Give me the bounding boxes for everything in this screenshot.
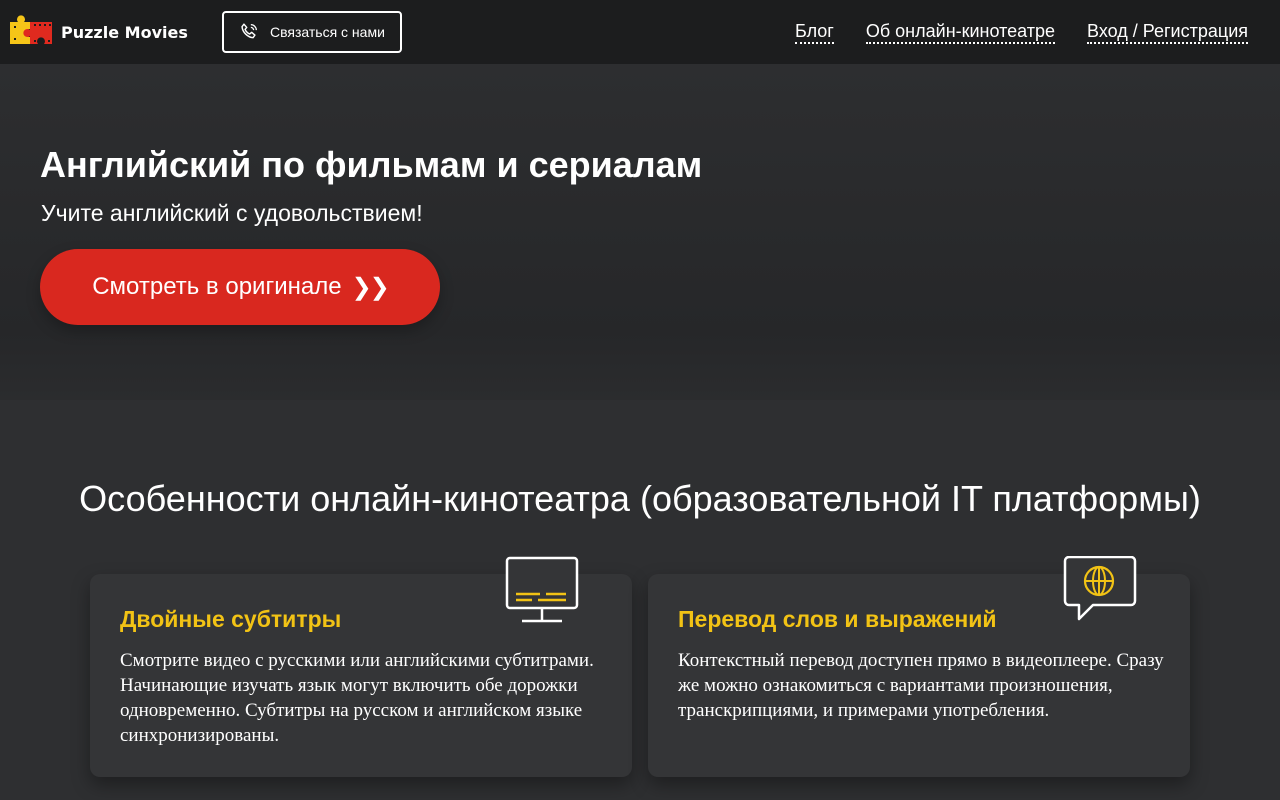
double-chevron-right-icon: ❯❯ bbox=[351, 273, 390, 301]
hero-title: Английский по фильмам и сериалам bbox=[40, 144, 703, 185]
watch-original-button[interactable]: Смотреть в оригинале ❯❯ bbox=[40, 249, 440, 325]
hero-subtitle: Учите английский с удовольствием! bbox=[41, 200, 423, 226]
card-description: Смотрите видео с русскими или английским… bbox=[120, 650, 594, 746]
speech-bubble-globe-icon bbox=[1063, 556, 1137, 621]
features-title: Особенности онлайн-кинотеатра (образоват… bbox=[79, 478, 1201, 519]
monitor-subtitles-icon bbox=[505, 556, 579, 623]
feature-card-translation: Перевод слов и выражений Контекстный пер… bbox=[648, 556, 1190, 777]
feature-card-dual-subtitles: Двойные субтитры Смотрите видео с русски… bbox=[90, 556, 632, 777]
card-title: Двойные субтитры bbox=[120, 606, 342, 632]
main-nav: Блог Об онлайн-кинотеатре Вход / Регистр… bbox=[794, 20, 1248, 44]
card-description: Контекстный перевод доступен прямо в вид… bbox=[678, 650, 1164, 721]
nav-link-about[interactable]: Об онлайн-кинотеатре bbox=[865, 20, 1056, 44]
brand-name: Puzzle Movies bbox=[61, 22, 188, 42]
contact-us-label: Связаться с нами bbox=[270, 24, 385, 40]
hero-section: Английский по фильмам и сериалам Учите а… bbox=[0, 64, 1280, 400]
features-section: Особенности онлайн-кинотеатра (образоват… bbox=[0, 400, 1280, 800]
watch-original-label: Смотреть в оригинале bbox=[92, 273, 342, 300]
puzzle-film-logo-icon bbox=[10, 15, 52, 45]
card-title: Перевод слов и выражений bbox=[678, 606, 997, 632]
nav-link-login-register[interactable]: Вход / Регистрация bbox=[1087, 20, 1248, 44]
contact-us-button[interactable]: Связаться с нами bbox=[222, 11, 402, 53]
nav-link-blog[interactable]: Блог bbox=[794, 20, 834, 44]
brand-logo-link[interactable]: Puzzle Movies bbox=[8, 14, 188, 50]
top-navigation-bar: Puzzle Movies Связаться с нами Блог Об о… bbox=[0, 0, 1280, 64]
phone-icon bbox=[241, 23, 257, 39]
